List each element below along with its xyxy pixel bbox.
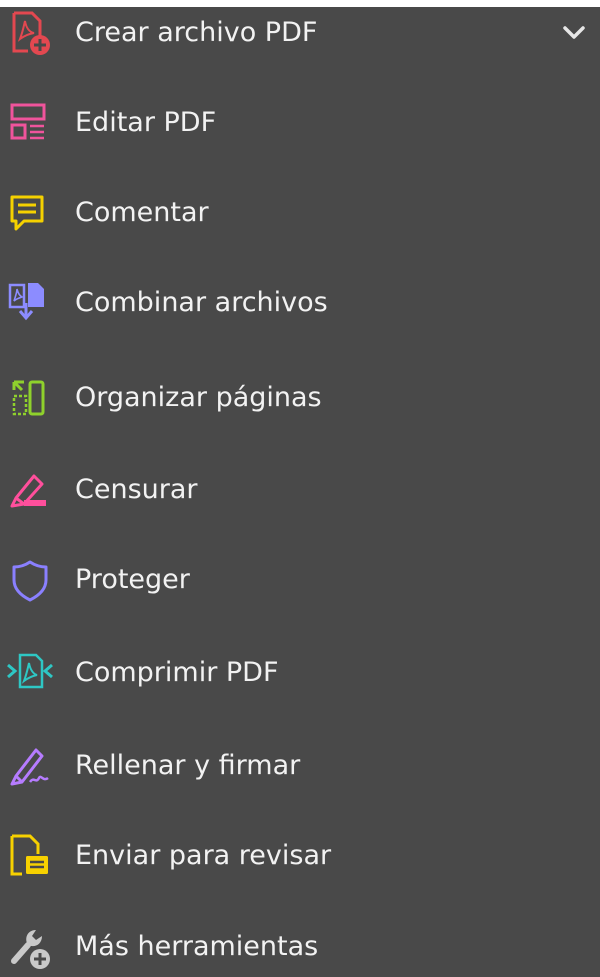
- organize-pages-icon: [4, 372, 56, 424]
- menu-item-redact[interactable]: Censurar: [0, 460, 600, 520]
- more-tools-icon: [4, 921, 56, 973]
- menu-item-comment[interactable]: Comentar: [0, 183, 600, 243]
- menu-item-label: Más herramientas: [75, 931, 319, 962]
- menu-item-label: Editar PDF: [75, 107, 217, 138]
- menu-item-label: Organizar páginas: [75, 382, 322, 413]
- compress-pdf-icon: [4, 647, 56, 699]
- menu-item-label: Proteger: [75, 564, 190, 595]
- menu-item-fill-sign[interactable]: Rellenar y firmar: [0, 736, 600, 796]
- menu-item-label: Enviar para revisar: [75, 840, 332, 871]
- menu-item-label: Crear archivo PDF: [75, 17, 318, 48]
- menu-item-protect[interactable]: Proteger: [0, 550, 600, 610]
- menu-item-compress-pdf[interactable]: Comprimir PDF: [0, 643, 600, 703]
- menu-item-create-pdf[interactable]: Crear archivo PDF: [0, 3, 600, 63]
- fill-sign-icon: [4, 740, 56, 792]
- menu-item-label: Combinar archivos: [75, 287, 328, 318]
- menu-item-edit-pdf[interactable]: Editar PDF: [0, 93, 600, 153]
- create-pdf-icon: [4, 7, 56, 59]
- menu-item-send-review[interactable]: Enviar para revisar: [0, 826, 600, 886]
- edit-pdf-icon: [4, 97, 56, 149]
- menu-item-combine-files[interactable]: Combinar archivos: [0, 273, 600, 333]
- menu-item-label: Comprimir PDF: [75, 657, 279, 688]
- chevron-down-icon[interactable]: [560, 22, 588, 44]
- menu-item-label: Censurar: [75, 474, 198, 505]
- comment-icon: [4, 187, 56, 239]
- redact-icon: [4, 464, 56, 516]
- send-review-icon: [4, 830, 56, 882]
- tools-menu: Crear archivo PDF Editar PDF Comentar Co…: [0, 0, 600, 973]
- menu-item-organize-pages[interactable]: Organizar páginas: [0, 368, 600, 428]
- combine-files-icon: [4, 277, 56, 329]
- menu-item-label: Comentar: [75, 197, 209, 228]
- shield-icon: [4, 554, 56, 606]
- menu-item-label: Rellenar y firmar: [75, 750, 301, 781]
- menu-item-more-tools[interactable]: Más herramientas: [0, 917, 600, 977]
